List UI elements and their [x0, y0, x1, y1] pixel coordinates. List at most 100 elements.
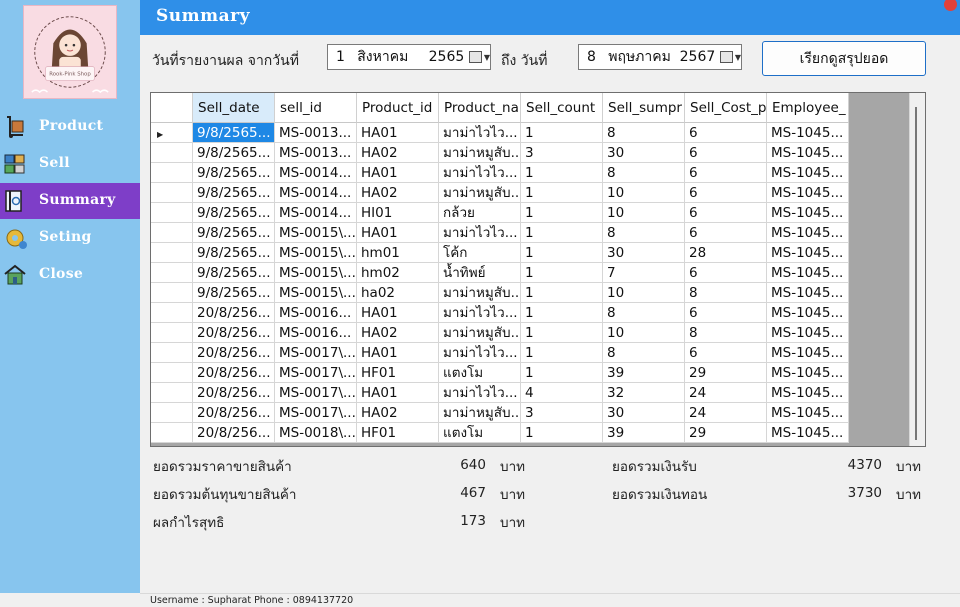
table-row[interactable]: 9/8/2565... MS-0015\... HA01 มาม่าไวไว... 1 8… [151, 223, 849, 243]
grid-cell[interactable]: 1 [521, 123, 603, 143]
grid-cell[interactable]: 20/8/256... [193, 343, 275, 363]
table-row[interactable]: 9/8/2565... MS-0015\... ha02 มาม่าหมูสับ...… [151, 283, 849, 303]
grid-cell[interactable]: 32 [603, 383, 685, 403]
grid-cell[interactable]: มาม่าหมูสับ... [439, 283, 521, 303]
grid-cell[interactable]: 8 [603, 163, 685, 183]
grid-cell[interactable]: HA01 [357, 223, 439, 243]
column-header-employee-[interactable]: Employee_ [767, 93, 849, 123]
column-header-sell-date[interactable]: Sell_date [193, 93, 275, 123]
grid-cell[interactable]: 39 [603, 363, 685, 383]
chevron-down-icon[interactable]: ▼ [735, 53, 741, 62]
grid-cell[interactable]: HA01 [357, 163, 439, 183]
grid-cell[interactable]: MS-1045... [767, 283, 849, 303]
column-header-product-id[interactable]: Product_id [357, 93, 439, 123]
table-row[interactable]: 20/8/256... MS-0016... HA01 มาม่าไวไว... 1 8 6… [151, 303, 849, 323]
grid-cell[interactable]: 3 [521, 143, 603, 163]
grid-cell[interactable]: MS-0013... [275, 123, 357, 143]
grid-cell[interactable]: 9/8/2565... [193, 203, 275, 223]
chevron-down-icon[interactable]: ▼ [484, 53, 490, 62]
view-summary-button[interactable]: เรียกดูสรุปยอด [762, 41, 926, 76]
grid-cell[interactable]: 1 [521, 323, 603, 343]
row-header-cell[interactable]: ▶ [151, 123, 193, 143]
grid-cell[interactable]: กล้วย [439, 203, 521, 223]
grid-cell[interactable]: MS-0015\... [275, 283, 357, 303]
grid-cell[interactable]: 24 [685, 403, 767, 423]
row-header-cell[interactable] [151, 243, 193, 263]
grid-cell[interactable]: 30 [603, 403, 685, 423]
grid-cell[interactable]: 9/8/2565... [193, 163, 275, 183]
grid-cell[interactable]: มาม่าไวไว... [439, 163, 521, 183]
grid-cell[interactable]: MS-0017\... [275, 383, 357, 403]
table-row[interactable]: 20/8/256... MS-0016... HA02 มาม่าหมูสับ... 1… [151, 323, 849, 343]
grid-cell[interactable]: 8 [685, 323, 767, 343]
grid-cell[interactable]: MS-0015\... [275, 223, 357, 243]
grid-cell[interactable]: 9/8/2565... [193, 243, 275, 263]
grid-cell[interactable]: 9/8/2565... [193, 283, 275, 303]
grid-cell[interactable]: hm02 [357, 263, 439, 283]
grid-cell[interactable]: HA02 [357, 143, 439, 163]
grid-cell[interactable]: 1 [521, 343, 603, 363]
column-header-sell-id[interactable]: sell_id [275, 93, 357, 123]
grid-cell[interactable]: 9/8/2565... [193, 123, 275, 143]
sidebar-item-product[interactable]: Product [0, 109, 140, 145]
grid-cell[interactable]: มาม่าไวไว... [439, 223, 521, 243]
grid-cell[interactable]: MS-1045... [767, 363, 849, 383]
row-header-cell[interactable] [151, 323, 193, 343]
table-row[interactable]: 20/8/256... MS-0017\... HA02 มาม่าหมูสับ...… [151, 403, 849, 423]
grid-cell[interactable]: MS-0017\... [275, 363, 357, 383]
sidebar-item-seting[interactable]: Seting [0, 220, 140, 256]
grid-cell[interactable]: 1 [521, 423, 603, 443]
table-row[interactable]: 9/8/2565... MS-0014... HA02 มาม่าหมูสับ... 1… [151, 183, 849, 203]
table-row[interactable]: 20/8/256... MS-0018\... HF01 แตงโม 1 39 29 MS-1… [151, 423, 849, 443]
grid-cell[interactable]: MS-1045... [767, 323, 849, 343]
grid-cell[interactable]: 10 [603, 203, 685, 223]
grid-cell[interactable]: มาม่าไวไว... [439, 383, 521, 403]
sidebar-item-close[interactable]: Close [0, 257, 140, 293]
table-row[interactable]: 9/8/2565... MS-0015\... hm02 น้ำทิพย์ 1 7 6 MS-… [151, 263, 849, 283]
calendar-icon[interactable] [469, 51, 482, 63]
grid-cell[interactable]: แตงโม [439, 423, 521, 443]
grid-cell[interactable]: 10 [603, 283, 685, 303]
grid-cell[interactable]: 6 [685, 163, 767, 183]
grid-cell[interactable]: 6 [685, 123, 767, 143]
row-header-cell[interactable] [151, 363, 193, 383]
grid-cell[interactable]: 9/8/2565... [193, 143, 275, 163]
table-row[interactable]: 9/8/2565... MS-0014... HA01 มาม่าไวไว... 1 8 6… [151, 163, 849, 183]
grid-cell[interactable]: MS-1045... [767, 203, 849, 223]
grid-cell[interactable]: MS-1045... [767, 263, 849, 283]
row-header-cell[interactable] [151, 143, 193, 163]
row-header-cell[interactable] [151, 263, 193, 283]
grid-cell[interactable]: 10 [603, 183, 685, 203]
grid-cell[interactable]: 1 [521, 183, 603, 203]
grid-cell[interactable]: MS-0016... [275, 323, 357, 343]
grid-cell[interactable]: 6 [685, 303, 767, 323]
grid-cell[interactable]: 8 [685, 283, 767, 303]
grid-cell[interactable]: MS-1045... [767, 383, 849, 403]
grid-cell[interactable]: 29 [685, 423, 767, 443]
grid-cell[interactable]: MS-1045... [767, 183, 849, 203]
grid-cell[interactable]: MS-1045... [767, 423, 849, 443]
grid-cell[interactable]: 1 [521, 363, 603, 383]
grid-cell[interactable]: 20/8/256... [193, 323, 275, 343]
grid-cell[interactable]: 6 [685, 343, 767, 363]
grid-cell[interactable]: HA02 [357, 183, 439, 203]
column-header-sell-sumpr[interactable]: Sell_sumpr [603, 93, 685, 123]
grid-cell[interactable]: 20/8/256... [193, 383, 275, 403]
grid-corner-cell[interactable] [151, 93, 193, 123]
grid-cell[interactable]: 6 [685, 183, 767, 203]
power-icon[interactable] [944, 0, 957, 11]
from-date-picker[interactable]: 1 สิงหาคม 2565 ▼ [327, 44, 491, 70]
grid-cell[interactable]: 9/8/2565... [193, 263, 275, 283]
grid-cell[interactable]: 1 [521, 223, 603, 243]
grid-cell[interactable]: HA02 [357, 323, 439, 343]
grid-cell[interactable]: MS-0016... [275, 303, 357, 323]
grid-cell[interactable]: 6 [685, 263, 767, 283]
grid-cell[interactable]: 1 [521, 163, 603, 183]
grid-cell[interactable]: 8 [603, 223, 685, 243]
grid-cell[interactable]: HA01 [357, 383, 439, 403]
grid-cell[interactable]: MS-0018\... [275, 423, 357, 443]
grid-cell[interactable]: MS-1045... [767, 243, 849, 263]
grid-cell[interactable]: 10 [603, 323, 685, 343]
grid-cell[interactable]: 20/8/256... [193, 303, 275, 323]
grid-cell[interactable]: 7 [603, 263, 685, 283]
